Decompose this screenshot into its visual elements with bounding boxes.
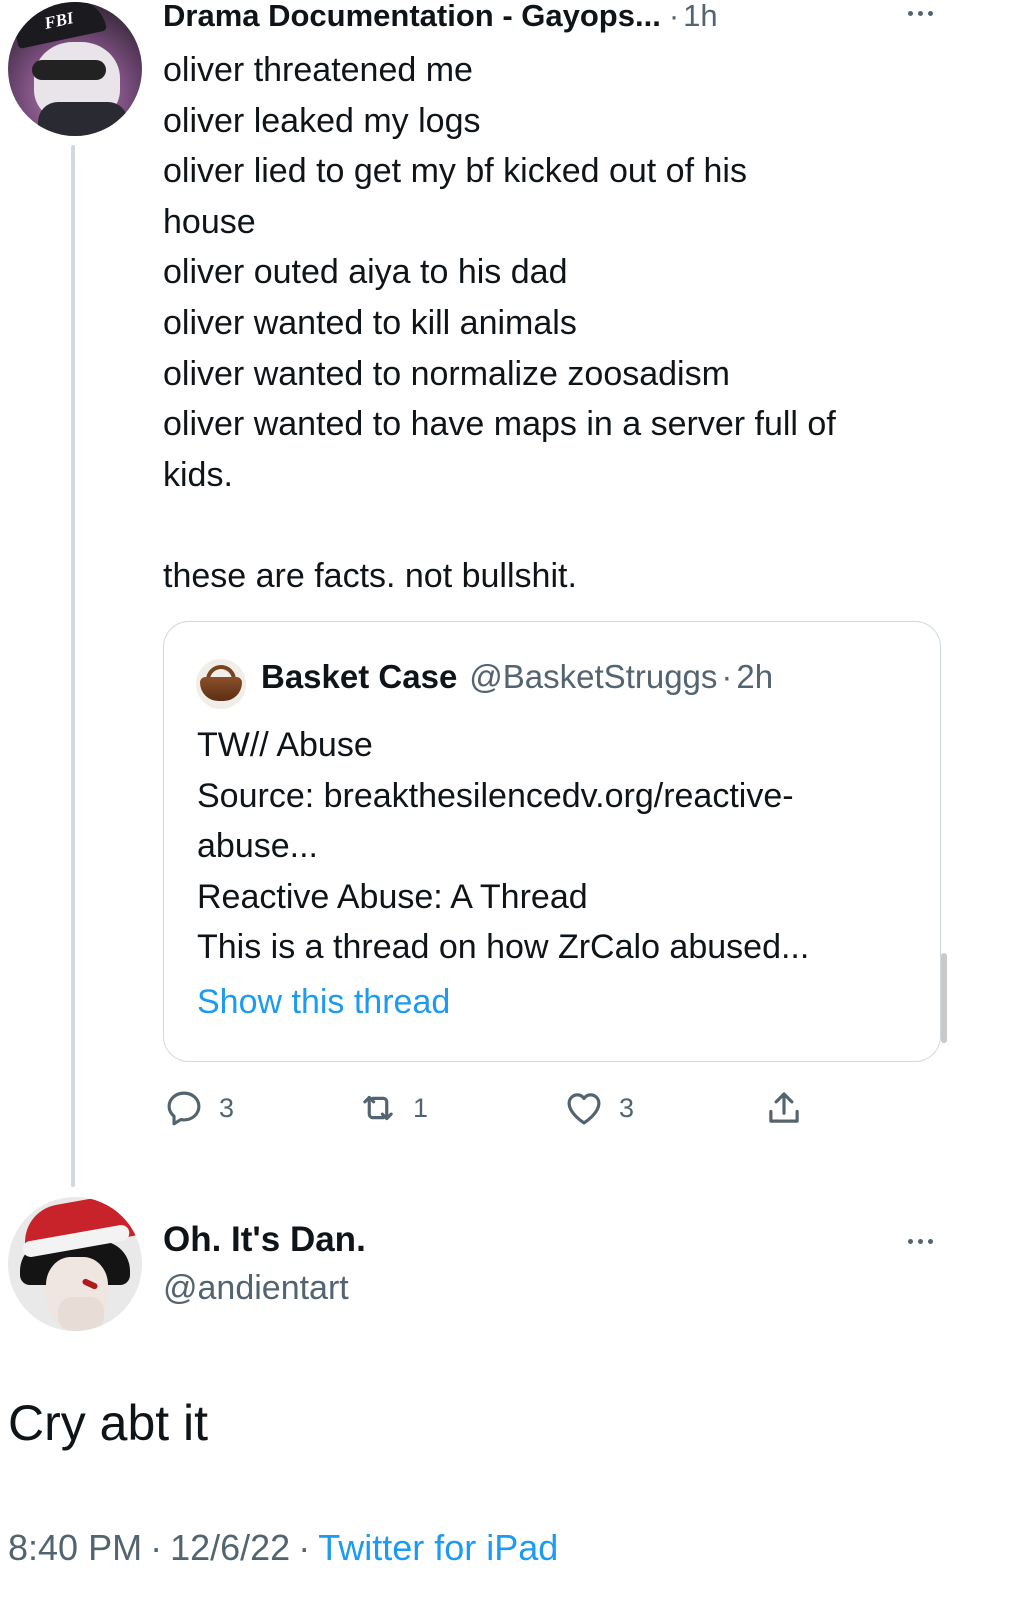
retweet-icon xyxy=(363,1095,393,1121)
show-thread-link[interactable]: Show this thread xyxy=(197,983,450,1022)
tweet-text: Cry abt it xyxy=(8,1395,209,1451)
meta-separator: · xyxy=(150,1527,163,1568)
time-separator: · xyxy=(668,0,680,33)
more-horizontal-icon[interactable] xyxy=(900,6,940,20)
reply-count: 3 xyxy=(219,1092,235,1123)
reply-icon xyxy=(167,1091,201,1126)
quoted-line: This is a thread on how ZrCalo abused... xyxy=(197,928,810,967)
tweet-line: kids. xyxy=(163,455,233,494)
reply-button[interactable]: 3 xyxy=(163,1085,234,1131)
retweet-count: 1 xyxy=(413,1092,429,1123)
quoted-line: Reactive Abuse: A Thread xyxy=(197,877,588,916)
tweet-line: oliver wanted to kill animals xyxy=(163,303,577,342)
quoted-line: TW// Abuse xyxy=(197,726,373,764)
like-icon xyxy=(567,1093,601,1125)
quoted-avatar xyxy=(196,659,246,709)
tweet-line: oliver lied to get my bf kicked out of h… xyxy=(163,152,747,191)
tweet-line: oliver outed aiya to his dad xyxy=(163,253,568,292)
quoted-tweet-text: TW// Abuse Source: breakthesilencedv.org… xyxy=(197,720,927,973)
thread-connector-line xyxy=(71,145,75,1187)
tweet-line: oliver threatened me xyxy=(163,51,473,89)
tweet-line: oliver wanted to have maps in a server f… xyxy=(163,405,836,444)
tweet-text: oliver threatened me oliver leaked my lo… xyxy=(163,45,963,602)
tweet-source-link[interactable]: Twitter for iPad xyxy=(318,1527,558,1569)
quoted-tweet-header: Basket Case @BasketStruggs · 2h xyxy=(261,658,773,696)
tweet-time[interactable]: 8:40 PM xyxy=(8,1527,142,1569)
share-button[interactable] xyxy=(763,1085,805,1131)
meta-separator: · xyxy=(298,1527,311,1568)
quoted-time: 2h xyxy=(736,658,774,695)
quoted-display-name: Basket Case xyxy=(261,658,458,695)
display-name[interactable]: Oh. It's Dan. xyxy=(163,1220,366,1260)
tweet-line: oliver leaked my logs xyxy=(163,101,481,140)
fbi-cap: FBI xyxy=(11,2,107,49)
tweet-metadata: 8:40 PM · 12/6/22 · Twitter for iPad xyxy=(8,1527,558,1569)
like-button[interactable]: 3 xyxy=(563,1085,634,1131)
user-handle[interactable]: @andientart xyxy=(163,1269,349,1308)
tweet-date[interactable]: 12/6/22 xyxy=(170,1527,290,1569)
scrollbar-thumb[interactable] xyxy=(941,953,947,1043)
avatar[interactable] xyxy=(8,1197,142,1331)
quoted-tweet-card[interactable]: Basket Case @BasketStruggs · 2h TW// Abu… xyxy=(163,621,941,1062)
tweet-line: these are facts. not bullshit. xyxy=(163,556,577,595)
tweet-time[interactable]: 1h xyxy=(683,0,717,34)
quoted-handle: @BasketStruggs xyxy=(469,658,718,695)
tweet-actions: 3 1 3 xyxy=(163,1085,963,1131)
tweet-line: house xyxy=(163,202,256,241)
share-icon xyxy=(769,1092,799,1123)
quoted-line: abuse... xyxy=(197,827,318,866)
time-separator: · xyxy=(721,658,733,695)
tweet-line: oliver wanted to normalize zoosadism xyxy=(163,354,730,393)
like-count: 3 xyxy=(619,1092,635,1123)
retweet-button[interactable]: 1 xyxy=(357,1085,428,1131)
tweet-header: Drama Documentation - Gayops... · 1h xyxy=(163,0,718,36)
display-name[interactable]: Drama Documentation - Gayops... xyxy=(163,0,661,34)
avatar[interactable]: FBI xyxy=(8,2,142,136)
more-horizontal-icon[interactable] xyxy=(900,1234,940,1248)
quoted-line: Source: breakthesilencedv.org/reactive- xyxy=(197,776,794,815)
tweet-thread-screenshot: FBI Drama Documentation - Gayops... · 1h… xyxy=(0,0,1035,1600)
